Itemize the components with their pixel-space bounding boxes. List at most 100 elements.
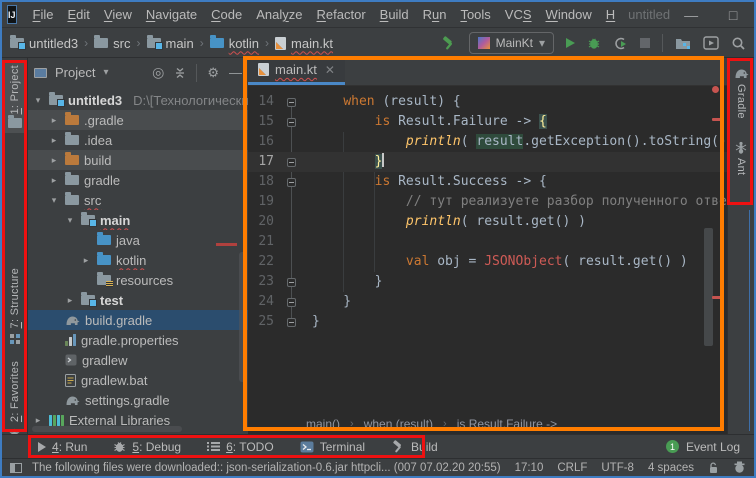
menu-run[interactable]: Run xyxy=(416,7,454,22)
breadcrumb-item-src[interactable]: src xyxy=(94,36,130,51)
tree-item-main[interactable]: ▾main xyxy=(28,210,248,230)
stop-button[interactable] xyxy=(640,38,650,48)
code-line-21[interactable]: 21 xyxy=(248,232,727,252)
tree-item-gradlew-bat[interactable]: gradlew.bat xyxy=(28,370,248,390)
gear-icon[interactable]: ⚙ xyxy=(207,65,219,81)
tree-vertical-scrollbar[interactable] xyxy=(239,252,246,382)
fold-marker-icon[interactable] xyxy=(287,158,296,167)
editor-breadcrumb-when-result[interactable]: when (result) xyxy=(364,417,433,431)
tree-item-build[interactable]: ▸build xyxy=(28,150,248,170)
encoding-indicator[interactable]: UTF-8 xyxy=(601,462,634,474)
tree-item-idea[interactable]: ▸.idea xyxy=(28,130,248,150)
code-line-16[interactable]: 16 println( result.getException().toStri… xyxy=(248,132,727,152)
fold-marker-icon[interactable] xyxy=(287,98,296,107)
collapse-all-icon[interactable] xyxy=(174,67,186,79)
code-line-24[interactable]: 24 } xyxy=(248,292,727,312)
tool-window-button-5-debug[interactable]: 5: Debug xyxy=(113,440,181,454)
breadcrumb-item-main-kt[interactable]: main.kt xyxy=(275,36,333,51)
code-line-17[interactable]: 17 } xyxy=(248,152,727,172)
run-button[interactable] xyxy=(566,38,575,48)
menu-build[interactable]: Build xyxy=(373,7,416,22)
editor-breadcrumb-main[interactable]: main() xyxy=(306,417,340,431)
tree-arrow-icon[interactable]: ▾ xyxy=(32,95,44,106)
fold-marker-icon[interactable] xyxy=(287,178,296,187)
search-everywhere-icon[interactable] xyxy=(731,36,746,51)
project-structure-button[interactable] xyxy=(675,36,691,50)
tree-arrow-icon[interactable]: ▸ xyxy=(48,175,60,186)
menu-tools[interactable]: Tools xyxy=(453,7,497,22)
breadcrumb-item-untitled3[interactable]: untitled3 xyxy=(10,36,78,51)
tree-arrow-icon[interactable]: ▸ xyxy=(32,415,44,426)
code-line-19[interactable]: 19 // тут реализуете разбор полученного … xyxy=(248,192,727,212)
tree-item-gradle[interactable]: ▸.gradle xyxy=(28,110,248,130)
editor-breadcrumb-is-result-failure[interactable]: is Result.Failure -> xyxy=(457,417,557,431)
indent-indicator[interactable]: 4 spaces xyxy=(648,462,694,474)
hector-inspections-icon[interactable] xyxy=(733,461,746,474)
menu-h[interactable]: H xyxy=(599,7,622,22)
line-separator-indicator[interactable]: CRLF xyxy=(557,462,587,474)
tree-item-gradle-properties[interactable]: gradle.properties xyxy=(28,330,248,350)
tree-item-gradle[interactable]: ▸gradle xyxy=(28,170,248,190)
tool-window-button-build[interactable]: Build xyxy=(391,440,438,454)
code-line-14[interactable]: 14 when (result) { xyxy=(248,92,727,112)
menu-file[interactable]: File xyxy=(26,7,61,22)
chevron-down-icon[interactable]: ▾ xyxy=(103,67,108,78)
run-configuration-select[interactable]: MainKt ▾ xyxy=(469,32,554,54)
breadcrumb-item-main[interactable]: main xyxy=(147,36,194,51)
code-line-20[interactable]: 20 println( result.get() ) xyxy=(248,212,727,232)
breadcrumb-item-kotlin[interactable]: kotlin xyxy=(210,36,259,51)
tree-arrow-icon[interactable]: ▾ xyxy=(48,195,60,206)
tool-window-toggle-icon[interactable] xyxy=(10,463,22,473)
event-log-button[interactable]: 1 Event Log xyxy=(666,440,740,454)
sidebar-item-ant[interactable]: Ant xyxy=(728,136,754,180)
tree-item-test[interactable]: ▸test xyxy=(28,290,248,310)
menu-vcs[interactable]: VCS xyxy=(498,7,539,22)
tree-arrow-icon[interactable]: ▸ xyxy=(64,295,76,306)
debug-button[interactable] xyxy=(587,36,601,50)
code-line-23[interactable]: 23 } xyxy=(248,272,727,292)
fold-marker-icon[interactable] xyxy=(287,318,296,327)
code-line-15[interactable]: 15 is Result.Failure -> { xyxy=(248,112,727,132)
tree-arrow-icon[interactable]: ▸ xyxy=(48,115,60,126)
tree-arrow-icon[interactable]: ▾ xyxy=(64,215,76,226)
menu-view[interactable]: View xyxy=(97,7,139,22)
close-icon[interactable]: ✕ xyxy=(325,63,335,77)
hide-panel-icon[interactable]: — xyxy=(229,65,242,80)
tree-item-untitled3[interactable]: ▾untitled3D:\[Технологический xyxy=(28,90,248,110)
tree-item-resources[interactable]: resources xyxy=(28,270,248,290)
tree-item-build-gradle[interactable]: build.gradle xyxy=(28,310,248,330)
tool-window-button-6-todo[interactable]: 6: TODO xyxy=(207,440,274,454)
tool-window-button-4-run[interactable]: 4: Run xyxy=(38,440,87,454)
code-line-25[interactable]: 25} xyxy=(248,312,727,332)
locate-file-icon[interactable]: ◎ xyxy=(152,64,164,81)
tree-item-java[interactable]: java xyxy=(28,230,248,250)
menu-code[interactable]: Code xyxy=(204,7,249,22)
code-line-22[interactable]: 22 val obj = JSONObject( result.get() ) xyxy=(248,252,727,272)
code-line-18[interactable]: 18 is Result.Success -> { xyxy=(248,172,727,192)
project-panel-title[interactable]: Project xyxy=(55,65,95,80)
maximize-button[interactable]: □ xyxy=(712,7,754,23)
sidebar-item-gradle[interactable]: Gradle xyxy=(728,62,754,124)
code-area[interactable]: 14 when (result) {15 is Result.Failure -… xyxy=(248,86,727,414)
tree-item-src[interactable]: ▾src xyxy=(28,190,248,210)
menu-refactor[interactable]: Refactor xyxy=(310,7,373,22)
fold-marker-icon[interactable] xyxy=(287,298,296,307)
status-message[interactable]: The following files were downloaded:: js… xyxy=(32,462,501,474)
menu-window[interactable]: Window xyxy=(539,7,599,22)
menu-analyze[interactable]: Analyze xyxy=(249,7,309,22)
minimize-button[interactable]: — xyxy=(670,7,712,23)
tree-item-gradlew[interactable]: gradlew xyxy=(28,350,248,370)
lock-icon[interactable] xyxy=(708,462,719,474)
sidebar-item-7-structure[interactable]: 7: Structure xyxy=(2,263,27,349)
sidebar-item-1-project[interactable]: 1: Project xyxy=(2,60,27,133)
fold-marker-icon[interactable] xyxy=(287,118,296,127)
fold-marker-icon[interactable] xyxy=(287,278,296,287)
run-tool-window-button[interactable] xyxy=(703,36,719,50)
tab-main-kt[interactable]: main.kt ✕ xyxy=(248,57,345,85)
tree-item-settings-gradle[interactable]: settings.gradle xyxy=(28,390,248,410)
build-hammer-icon[interactable] xyxy=(441,35,457,51)
tree-item-kotlin[interactable]: ▸kotlin xyxy=(28,250,248,270)
tool-window-button-terminal[interactable]: Terminal xyxy=(300,440,365,454)
tree-arrow-icon[interactable]: ▸ xyxy=(48,135,60,146)
tree-horizontal-scrollbar[interactable] xyxy=(32,426,182,432)
